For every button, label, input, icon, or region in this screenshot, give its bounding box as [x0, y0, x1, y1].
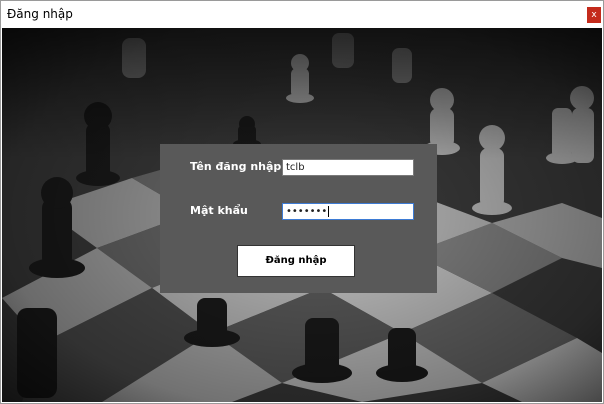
window-title: Đăng nhập: [7, 7, 73, 21]
close-button[interactable]: x: [587, 7, 601, 23]
password-value: •••••••: [286, 206, 328, 217]
window-content: Tên đăng nhập tclb Mật khẩu ••••••• Đăng…: [2, 28, 602, 402]
login-panel: Tên đăng nhập tclb Mật khẩu ••••••• Đăng…: [160, 144, 437, 293]
username-label: Tên đăng nhập: [190, 160, 282, 173]
login-window: Đăng nhập x Tên đăng nhập tclb Mật khẩu …: [0, 0, 604, 404]
password-field[interactable]: •••••••: [282, 203, 414, 220]
title-bar: Đăng nhập x: [1, 1, 603, 27]
username-value: tclb: [286, 162, 305, 173]
login-button[interactable]: Đăng nhập: [237, 245, 355, 277]
password-label: Mật khẩu: [190, 204, 248, 217]
text-caret: [328, 205, 330, 217]
username-field[interactable]: tclb: [282, 159, 414, 176]
